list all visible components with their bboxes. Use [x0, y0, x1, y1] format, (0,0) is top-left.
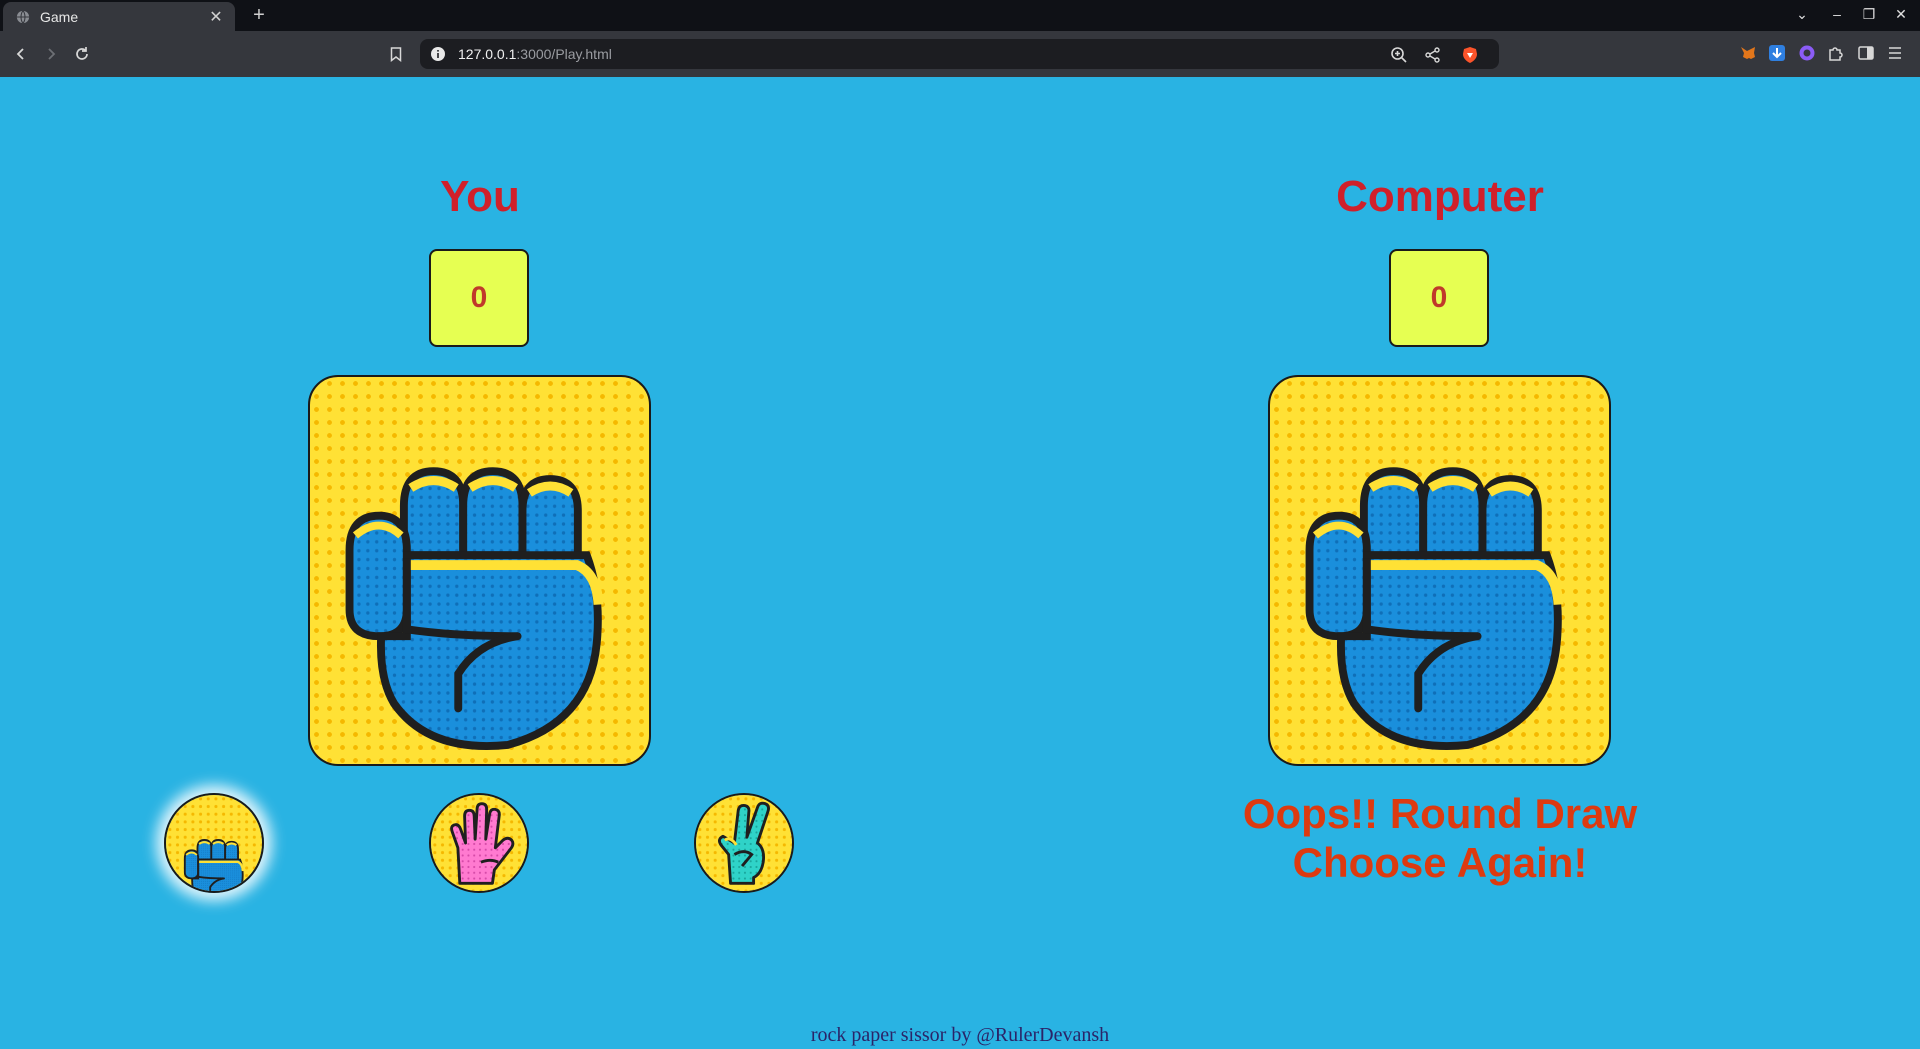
- back-icon[interactable]: [10, 43, 32, 65]
- sidebar-toggle-icon[interactable]: [1857, 44, 1875, 62]
- footer-credit: rock paper sissor by @RulerDevansh: [810, 1024, 1110, 1046]
- fist-icon: [166, 795, 262, 891]
- tab-list-icon[interactable]: ⌄: [1791, 6, 1813, 23]
- url-text[interactable]: 127.0.0.1:3000/Play.html: [458, 46, 612, 62]
- menu-icon[interactable]: [1886, 44, 1904, 62]
- new-tab-button[interactable]: +: [248, 4, 270, 27]
- bookmark-icon[interactable]: [385, 43, 407, 65]
- browser-toolbar: 127.0.0.1:3000/Play.html: [0, 31, 1920, 77]
- download-extension-icon[interactable]: [1768, 44, 1786, 62]
- close-tab-icon[interactable]: ✕: [205, 7, 227, 27]
- computer-score: 0: [1389, 249, 1489, 347]
- zoom-icon[interactable]: [1390, 46, 1408, 64]
- metamask-extension-icon[interactable]: [1739, 44, 1757, 62]
- result-line-2: Choose Again!: [1292, 839, 1588, 886]
- rock-button[interactable]: [164, 793, 264, 893]
- extension-ring-icon[interactable]: [1798, 44, 1816, 62]
- player-score: 0: [429, 249, 529, 347]
- computer-name: Computer: [1336, 172, 1544, 221]
- game-page: You 0 Computer 0 Oops!! Round Draw Choos…: [0, 77, 1920, 1049]
- extensions-puzzle-icon[interactable]: [1827, 44, 1845, 62]
- share-icon[interactable]: [1424, 46, 1442, 64]
- fist-icon: [310, 377, 649, 764]
- restore-icon[interactable]: ❐: [1858, 6, 1880, 23]
- forward-icon[interactable]: [40, 43, 62, 65]
- player-name: You: [440, 172, 520, 221]
- address-bar[interactable]: 127.0.0.1:3000/Play.html: [420, 39, 1499, 69]
- reload-icon[interactable]: [71, 43, 93, 65]
- fist-icon: [1270, 377, 1609, 764]
- result-line-1: Oops!! Round Draw: [1242, 790, 1638, 837]
- globe-icon: [16, 10, 30, 23]
- peace-hand-icon: [696, 795, 792, 891]
- round-result: Oops!! Round Draw Choose Again!: [1140, 789, 1740, 887]
- tab-title: Game: [40, 8, 79, 25]
- computer-choice-card: [1268, 375, 1611, 766]
- browser-tab[interactable]: Game ✕: [3, 2, 235, 31]
- player-choice-card: [308, 375, 651, 766]
- brave-shield-icon[interactable]: [1461, 46, 1479, 64]
- scissors-button[interactable]: [694, 793, 794, 893]
- open-hand-icon: [431, 795, 527, 891]
- site-info-icon[interactable]: [430, 46, 446, 62]
- browser-tab-bar: Game ✕ + ⌄ – ❐ ✕: [0, 0, 1920, 31]
- window-close-icon[interactable]: ✕: [1890, 6, 1912, 23]
- paper-button[interactable]: [429, 793, 529, 893]
- minimize-icon[interactable]: –: [1826, 6, 1848, 22]
